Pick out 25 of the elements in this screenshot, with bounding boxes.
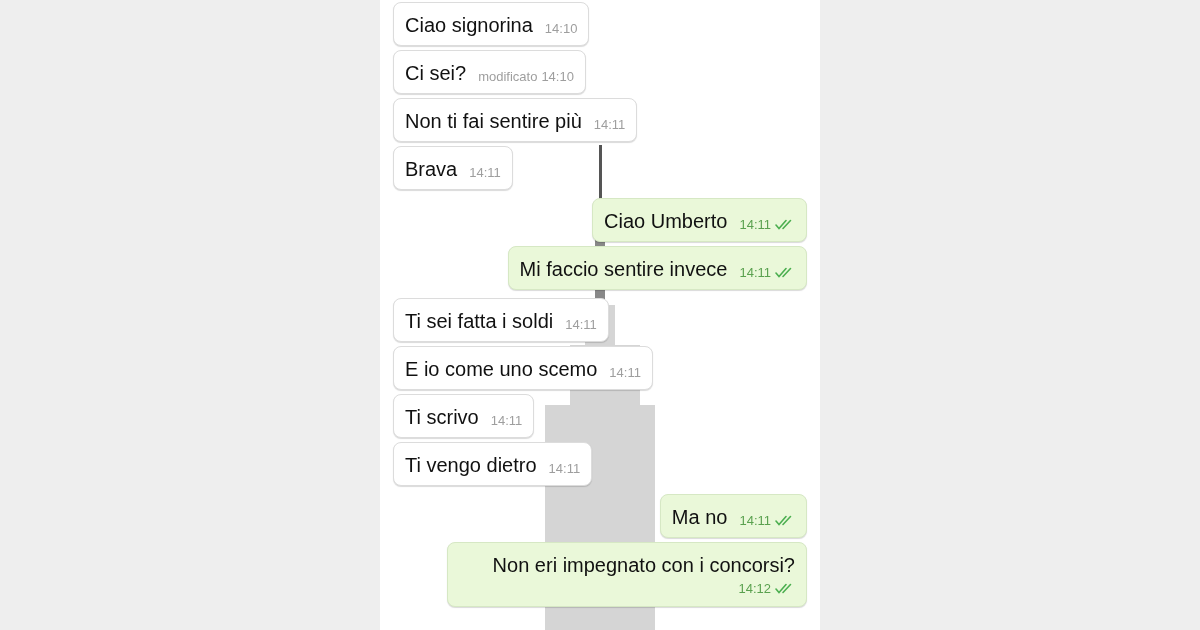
- message-time: 14:11: [739, 215, 771, 234]
- message-time: 14:11: [548, 459, 581, 478]
- message-text: Ti sei fatta i soldi: [405, 309, 554, 334]
- message-text: Ci sei?: [405, 61, 467, 86]
- message-time: 14:11: [739, 511, 771, 530]
- message-time: 14:11: [469, 163, 501, 182]
- message-text: Mi faccio sentire invece: [519, 257, 728, 282]
- message-text: Brava: [405, 157, 458, 182]
- message-time: 14:12: [738, 580, 771, 598]
- message-time: 14:11: [565, 315, 597, 334]
- message-time: 14:11: [739, 263, 771, 282]
- message-text: Ciao signorina: [405, 13, 533, 38]
- message-text: Ciao Umberto: [604, 209, 728, 234]
- message-text: Ma no: [671, 505, 728, 530]
- edited-label: modificato: [478, 67, 538, 86]
- message-text: Non eri impegnato con i concorsi?: [492, 553, 795, 578]
- message-time: 14:10: [541, 67, 574, 86]
- message-time: 14:11: [593, 115, 626, 134]
- message-text: E io come uno scemo: [405, 357, 598, 382]
- message-time: 14:10: [544, 19, 578, 38]
- message-text: Non ti fai sentire più: [405, 109, 582, 134]
- message-text: Ti scrivo: [405, 405, 479, 430]
- message-time: 14:11: [609, 363, 641, 382]
- message-text: Ti vengo dietro: [405, 453, 537, 478]
- message-time: 14:11: [490, 411, 523, 430]
